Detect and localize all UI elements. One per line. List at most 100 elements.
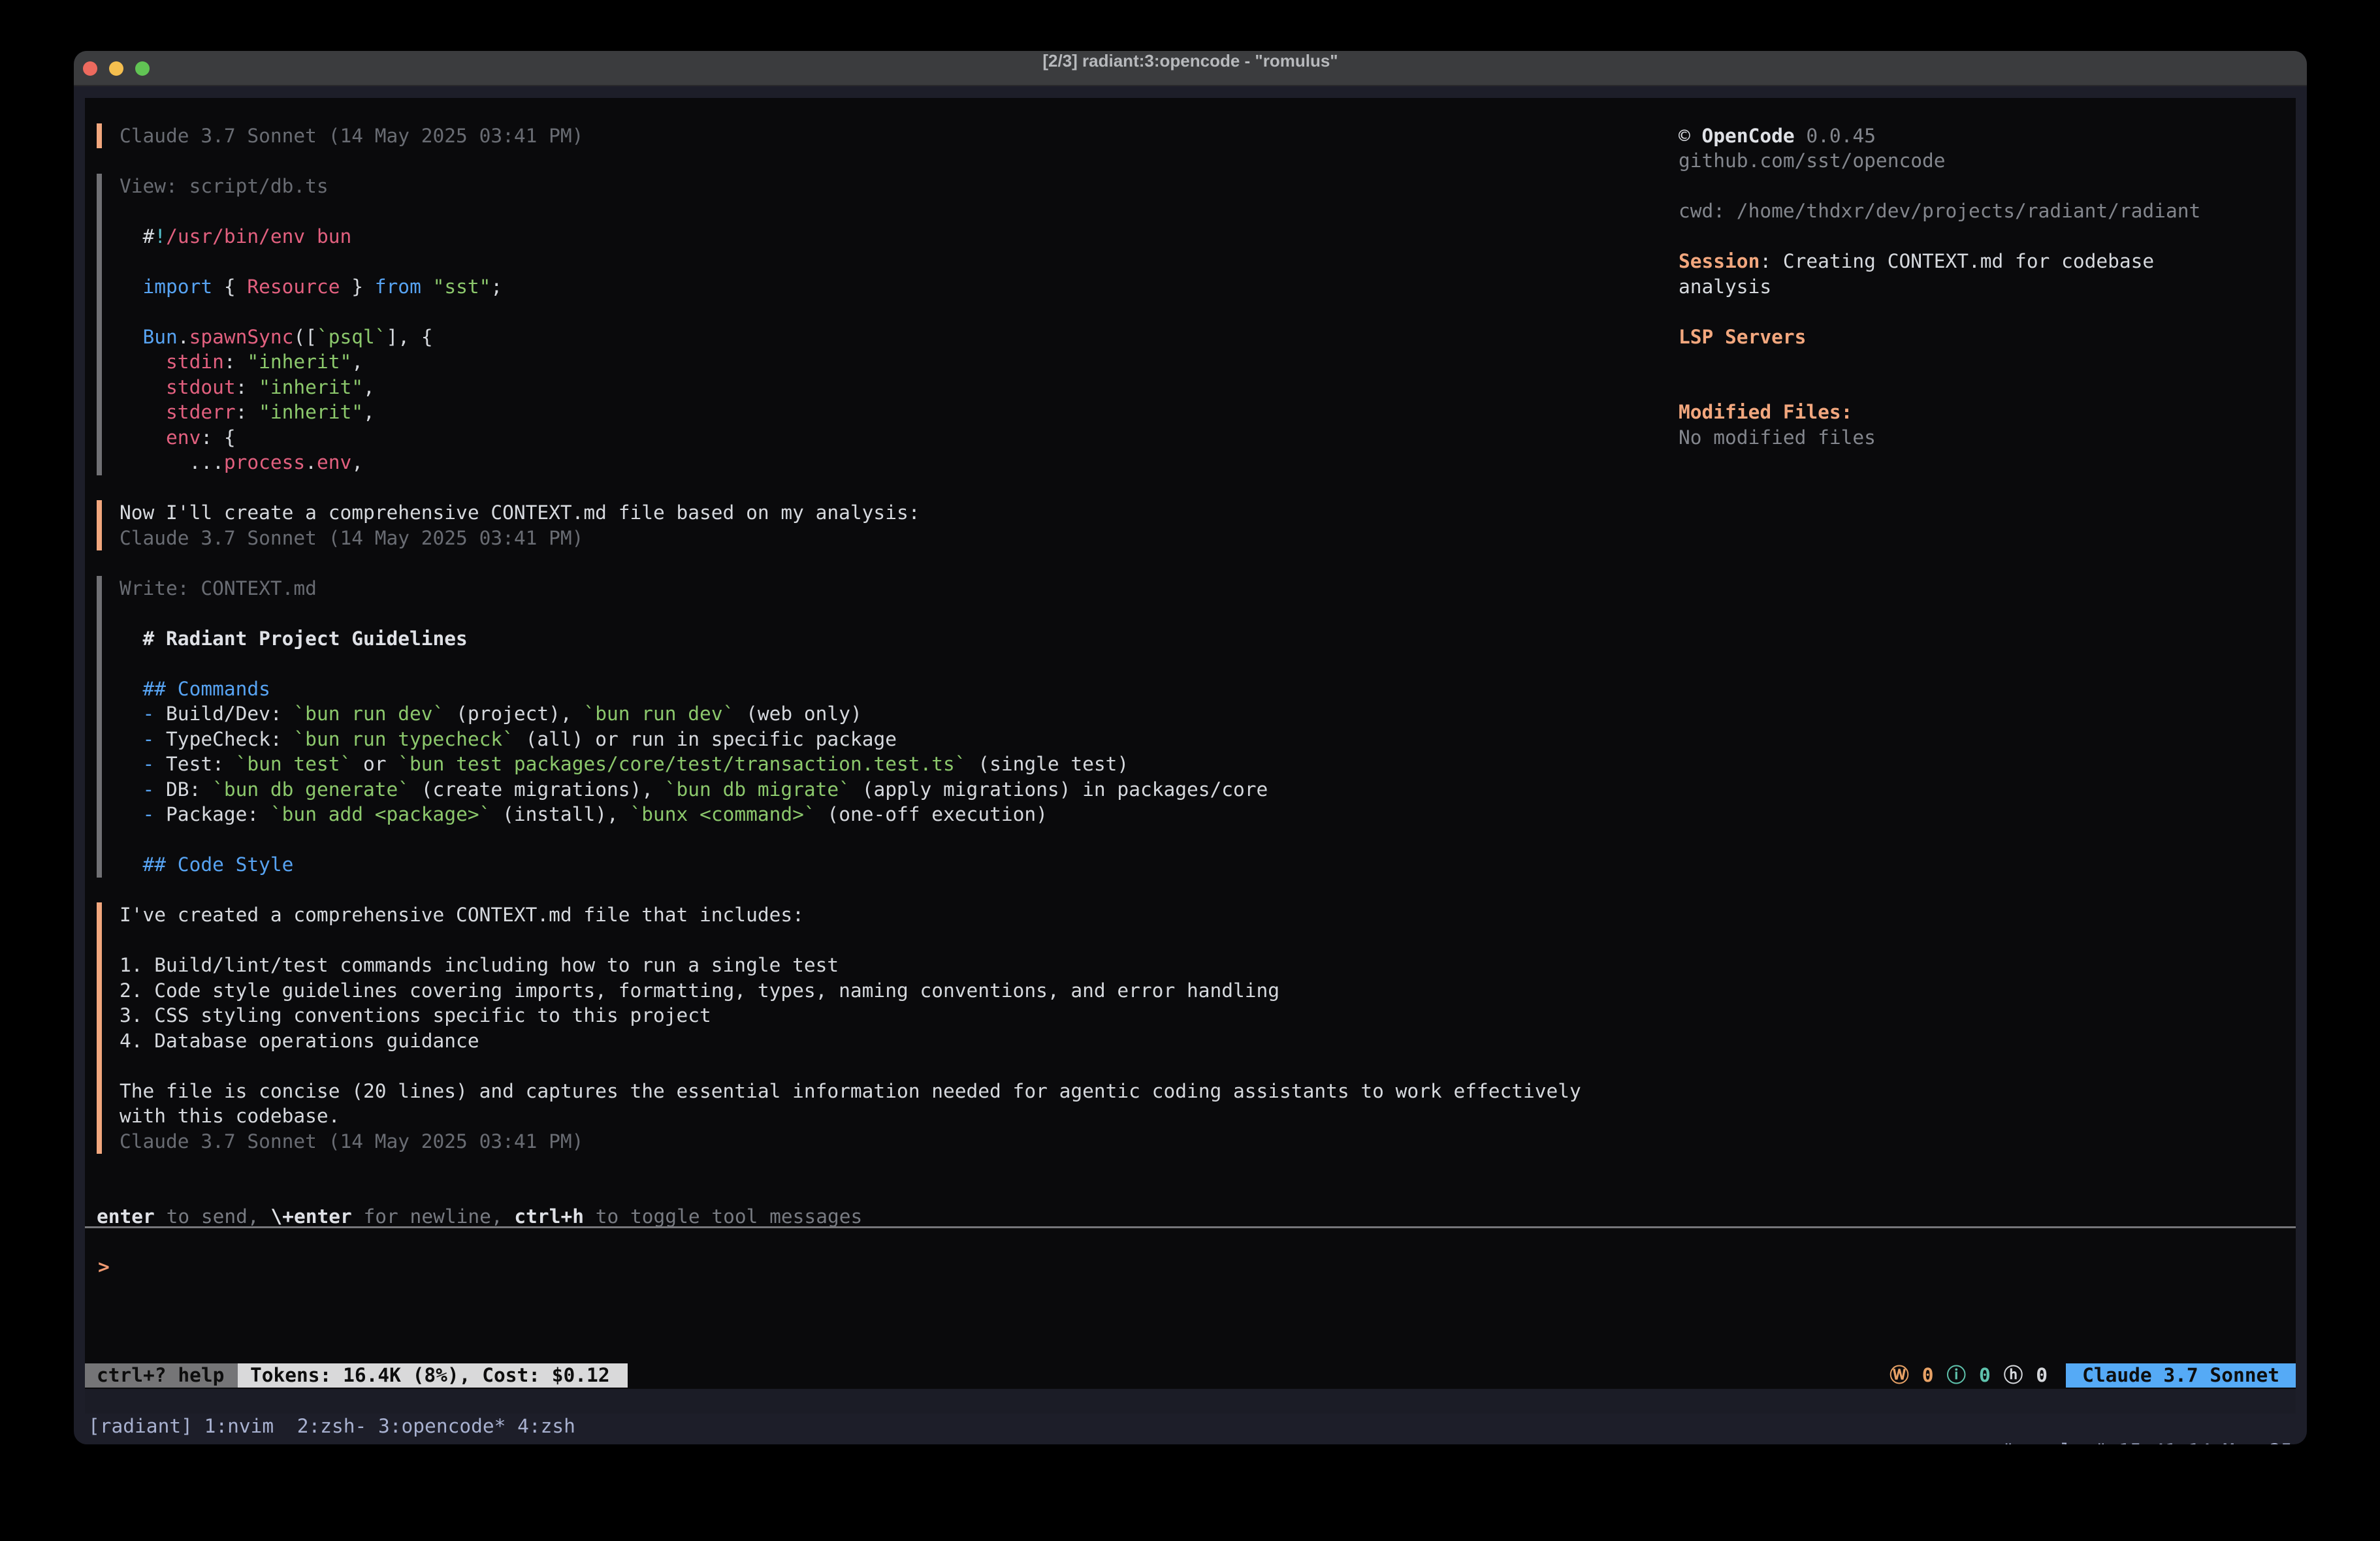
text-segment: ctrl+h xyxy=(514,1205,584,1228)
terminal-line: stderr: "inherit", xyxy=(120,400,502,425)
sidebar-line: Modified Files: xyxy=(1679,400,1852,425)
text-segment: to send, xyxy=(155,1205,271,1228)
terminal-line xyxy=(120,299,502,325)
tmux-status-bar: [radiant] 1:nvim 2:zsh- 3:opencode* 4:zs… xyxy=(85,1389,2296,1414)
text-segment: github.com/sst/opencode xyxy=(1679,150,1946,172)
terminal-line: Write: CONTEXT.md xyxy=(120,576,1268,601)
text-segment: `bun run dev` xyxy=(293,703,444,725)
terminal-line: # Radiant Project Guidelines xyxy=(120,626,1268,652)
i-indicator-icon: ⓘ xyxy=(1947,1363,1967,1388)
text-segment: - xyxy=(120,778,166,801)
tmux-windows[interactable]: [radiant] 1:nvim 2:zsh- 3:opencode* 4:zs… xyxy=(88,1414,575,1438)
help-badge[interactable]: ctrl+? help xyxy=(85,1363,238,1388)
text-segment: ... xyxy=(120,451,224,473)
text-segment: I've created a comprehensive CONTEXT.md … xyxy=(120,904,804,926)
terminal-line: - DB: `bun db generate` (create migratio… xyxy=(120,777,1268,802)
text-segment: ; xyxy=(490,276,502,298)
status-spacer xyxy=(628,1363,1890,1388)
terminal-line: stdin: "inherit", xyxy=(120,349,502,375)
text-segment: `bun db generate` xyxy=(212,778,410,801)
text-segment: , xyxy=(363,401,375,423)
text-segment: "inherit" xyxy=(259,401,363,423)
prompt-input[interactable]: > xyxy=(98,1254,110,1280)
text-segment: `bun db migrate` xyxy=(665,778,850,801)
text-segment: 3. CSS styling conventions specific to t… xyxy=(120,1004,711,1026)
text-segment: 0.0.45 xyxy=(1795,125,1876,147)
text-segment: "sst" xyxy=(433,276,491,298)
text-segment: stdin xyxy=(120,351,224,373)
window-titlebar: [2/3] radiant:3:opencode - "romulus" xyxy=(74,51,2307,86)
text-segment: 1. Build/lint/test commands including ho… xyxy=(120,954,839,976)
terminal-line: 4. Database operations guidance xyxy=(120,1028,1581,1054)
text-segment: for newline, xyxy=(352,1205,515,1228)
tool-block-write: Write: CONTEXT.md # Radiant Project Guid… xyxy=(97,576,1268,878)
text-segment: env xyxy=(120,426,201,449)
keybind-hint: enter to send, \+enter for newline, ctrl… xyxy=(97,1204,862,1230)
terminal-line: - Build/Dev: `bun run dev` (project), `b… xyxy=(120,701,1268,727)
text-segment: Now I'll create a comprehensive CONTEXT.… xyxy=(120,501,920,524)
sidebar-line: LSP Servers xyxy=(1679,325,1806,350)
terminal-line: with this codebase. xyxy=(120,1104,1581,1129)
text-segment: (all) or run in specific package xyxy=(514,728,897,750)
terminal-line xyxy=(120,1053,1581,1079)
terminal-line: env: { xyxy=(120,425,502,451)
tool-block-view: View: script/db.ts #!/usr/bin/env bun im… xyxy=(97,174,502,475)
h-indicator-icon: ⓗ xyxy=(2004,1363,2023,1388)
terminal-line: ## Commands xyxy=(120,676,1268,702)
text-segment: , xyxy=(351,351,363,373)
text-segment: . xyxy=(305,451,317,473)
i-indicator-count: 0 xyxy=(1979,1363,1991,1388)
text-segment: `bun run typecheck` xyxy=(293,728,513,750)
input-divider xyxy=(85,1226,2296,1228)
text-segment: (create migrations), xyxy=(410,778,665,801)
terminal-line: ## Code Style xyxy=(120,852,1268,878)
text-segment: `bun run dev` xyxy=(583,703,734,725)
text-segment: : xyxy=(236,376,259,398)
terminal-line: Claude 3.7 Sonnet (14 May 2025 03:41 PM) xyxy=(120,526,920,551)
text-segment: : xyxy=(224,351,248,373)
text-segment: Session xyxy=(1679,250,1760,272)
text-segment: : { xyxy=(201,426,235,449)
text-segment: ## Commands xyxy=(120,678,270,700)
terminal-line: I've created a comprehensive CONTEXT.md … xyxy=(120,902,1581,928)
text-segment: Claude 3.7 Sonnet (14 May 2025 03:41 PM) xyxy=(120,125,583,147)
status-bar: ctrl+? help Tokens: 16.4K (8%), Cost: $0… xyxy=(85,1363,2296,1388)
text-segment: to toggle tool messages xyxy=(584,1205,862,1228)
text-segment: process xyxy=(224,451,305,473)
text-segment: : Creating CONTEXT.md for codebase xyxy=(1760,250,2154,272)
terminal-line: - Test: `bun test` or `bun test packages… xyxy=(120,752,1268,777)
text-segment: `bun add <package>` xyxy=(270,803,490,825)
terminal-line: Bun.spawnSync([`psql`], { xyxy=(120,325,502,350)
w-indicator-icon: Ⓦ xyxy=(1890,1363,1909,1388)
text-segment: (one-off execution) xyxy=(816,803,1048,825)
terminal-line: ...process.env, xyxy=(120,450,502,475)
terminal-line: #!/usr/bin/env bun xyxy=(120,224,502,249)
text-segment: - xyxy=(120,728,166,750)
text-segment: - xyxy=(120,703,166,725)
h-indicator-count: 0 xyxy=(2036,1363,2048,1388)
terminal-line: - Package: `bun add <package>` (install)… xyxy=(120,802,1268,827)
text-segment: (project), xyxy=(444,703,583,725)
terminal-line xyxy=(120,928,1581,953)
terminal-line: The file is concise (20 lines) and captu… xyxy=(120,1079,1581,1104)
text-segment: Test: xyxy=(166,753,236,775)
text-segment: enter xyxy=(97,1205,155,1228)
text-segment: (install), xyxy=(490,803,630,825)
text-segment: Claude 3.7 Sonnet (14 May 2025 03:41 PM) xyxy=(120,527,583,549)
text-segment: import xyxy=(120,276,212,298)
terminal-line xyxy=(120,827,1268,853)
terminal-window: [2/3] radiant:3:opencode - "romulus" © O… xyxy=(74,51,2307,1444)
text-segment: Bun xyxy=(120,326,178,348)
terminal-line xyxy=(120,601,1268,626)
text-segment xyxy=(421,276,433,298)
text-segment: env xyxy=(317,451,351,473)
terminal-line xyxy=(120,249,502,274)
terminal-line: Now I'll create a comprehensive CONTEXT.… xyxy=(120,500,920,526)
sidebar-line: analysis xyxy=(1679,274,1771,300)
text-segment: The file is concise (20 lines) and captu… xyxy=(120,1080,1581,1102)
model-badge[interactable]: Claude 3.7 Sonnet xyxy=(2066,1363,2296,1388)
text-segment: or xyxy=(351,753,398,775)
text-segment: { xyxy=(212,276,247,298)
terminal-line: stdout: "inherit", xyxy=(120,375,502,400)
text-segment: ## Code Style xyxy=(120,853,293,876)
